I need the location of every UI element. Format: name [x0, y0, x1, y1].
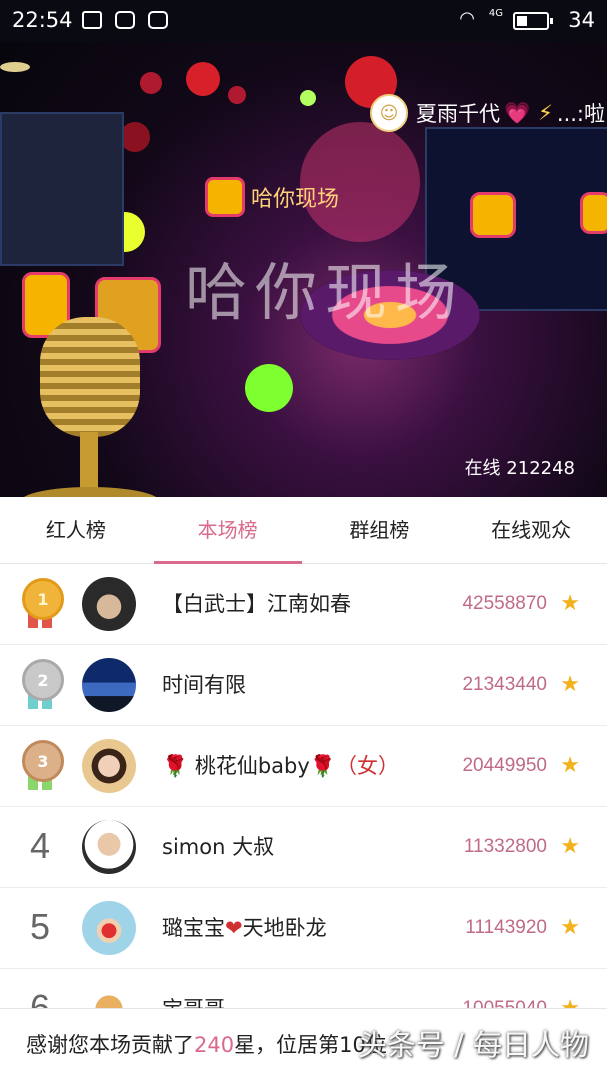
score: 42558870: [462, 593, 547, 614]
chat-username: 夏雨千代: [416, 102, 500, 126]
avatar[interactable]: [82, 739, 136, 793]
tab-this-session[interactable]: 本场榜: [152, 497, 304, 564]
wifi-icon: ◠: [459, 8, 475, 29]
light-blob: [245, 364, 293, 412]
ranking-list[interactable]: 1 【白武士】江南如春 42558870 ★ 2 时间有限 21343440 ★…: [0, 564, 607, 1008]
network-label: 4G: [488, 8, 503, 19]
user-name: 璐宝宝❤天地卧龙: [162, 916, 327, 940]
ranking-row[interactable]: 2 时间有限 21343440 ★: [0, 645, 607, 726]
light-blob: [0, 62, 30, 72]
chat-text: ...:啦: [556, 102, 606, 126]
live-video[interactable]: 哈你现场 哈你现场 ☺ 夏雨千代 💗 ⚡ ...:啦 在线 212248: [0, 42, 607, 497]
rank-number: 6: [29, 987, 51, 1008]
image-icon: [82, 11, 102, 29]
heart-logo-icon: [205, 177, 245, 217]
score: 11143920: [465, 917, 547, 938]
stage-logo-big: 哈你现场: [185, 256, 466, 329]
ranking-row[interactable]: 3 🌹 桃花仙baby🌹（女） 20449950 ★: [0, 726, 607, 807]
light-blob: [300, 90, 316, 106]
app-icon: [115, 11, 135, 29]
ranking-tabs: 红人榜 本场榜 群组榜 在线观众: [0, 497, 607, 564]
avatar[interactable]: [82, 820, 136, 874]
user-name: simon 大叔: [162, 835, 275, 859]
status-time: 22:54: [12, 8, 73, 32]
watermark: 头条号 / 每日人物: [357, 1028, 589, 1062]
star-icon: ★: [560, 672, 580, 697]
user-name: 时间有限: [162, 673, 246, 697]
ranking-row[interactable]: 4 simon 大叔 11332800 ★: [0, 807, 607, 888]
app-icon: [148, 11, 168, 29]
chat-avatar: ☺: [370, 94, 408, 132]
logo-decoration: [580, 192, 607, 234]
silver-medal-icon: 2: [20, 659, 64, 711]
ranking-row[interactable]: 1 【白武士】江南如春 42558870 ★: [0, 564, 607, 645]
rank-number: 4: [29, 825, 51, 866]
rank-number: 5: [29, 906, 51, 947]
star-icon: ★: [560, 834, 580, 859]
star-icon: ★: [560, 969, 580, 1008]
light-blob: [140, 72, 162, 94]
avatar[interactable]: [82, 658, 136, 712]
score: 21343440: [462, 674, 547, 695]
status-bar: 22:54 ◠ 4G 34: [0, 0, 607, 42]
tab-red-list[interactable]: 红人榜: [0, 497, 152, 563]
logo-decoration: [470, 192, 516, 238]
tab-group-list[interactable]: 群组榜: [304, 497, 456, 563]
tab-online-audience[interactable]: 在线观众: [455, 497, 607, 563]
user-name: 【白武士】江南如春: [162, 592, 351, 616]
light-blob: [186, 62, 220, 96]
star-icon: ★: [560, 915, 580, 940]
contribution-text: 感谢您本场贡献了240星，位居第10位: [26, 1033, 387, 1057]
bronze-medal-icon: 3: [20, 740, 64, 792]
user-name: 🌹 桃花仙baby🌹（女）: [162, 754, 399, 778]
microphone-base: [20, 487, 160, 497]
gold-medal-icon: 1: [20, 578, 64, 630]
light-blob: [120, 122, 150, 152]
heart-icon: 💗: [504, 100, 531, 125]
ranking-row[interactable]: 6 宝哥哥 10055040 ★: [0, 969, 607, 1008]
star-icon: ★: [560, 753, 580, 778]
online-count: 在线 212248: [464, 458, 575, 479]
battery-icon: [513, 12, 553, 30]
avatar[interactable]: [82, 901, 136, 955]
score: 10055040: [462, 969, 547, 1008]
avatar[interactable]: [82, 577, 136, 631]
battery-level: 34: [568, 8, 595, 32]
score: 11332800: [463, 836, 547, 857]
microphone-icon: [40, 317, 140, 437]
light-blob: [228, 86, 246, 104]
star-icon: ★: [560, 591, 580, 616]
ranking-row[interactable]: 5 璐宝宝❤天地卧龙 11143920 ★: [0, 888, 607, 969]
avatar[interactable]: [82, 982, 136, 1008]
stage-screen: [0, 112, 124, 266]
stage-logo: 哈你现场: [205, 177, 339, 217]
user-name: 宝哥哥: [162, 969, 225, 1008]
score: 20449950: [462, 755, 547, 776]
chat-message[interactable]: ☺ 夏雨千代 💗 ⚡ ...:啦: [370, 94, 605, 132]
lightning-icon: ⚡: [538, 101, 553, 125]
